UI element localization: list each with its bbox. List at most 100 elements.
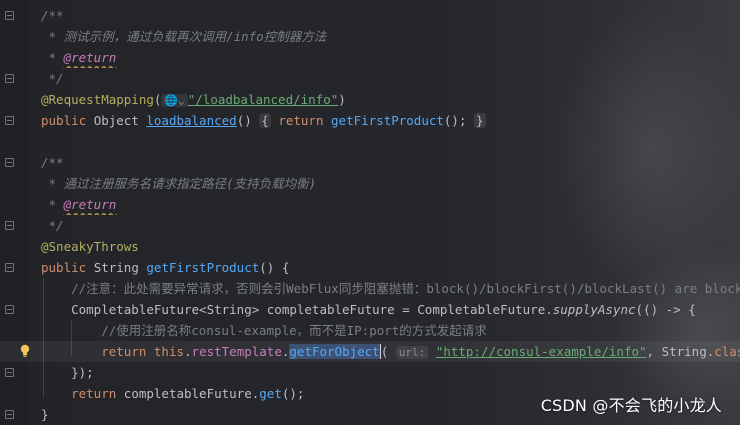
code-text: @RequestMapping(🌐⌄ "/loadbalanced/info") [41, 89, 346, 110]
code-line[interactable]: return this.restTemplate.getForObject( u… [0, 341, 740, 362]
code-token: get [259, 386, 282, 401]
code-token: completableFuture. [123, 386, 260, 401]
code-text: * 测试示例，通过负载再次调用/info控制器方法 [41, 26, 327, 47]
code-token: url: [395, 346, 429, 359]
code-token: getForObject [289, 344, 380, 359]
code-token: /** [41, 8, 64, 23]
code-token: getFirstProduct [331, 113, 444, 128]
code-token: }); [41, 365, 94, 380]
code-token: (() -> { [635, 302, 696, 317]
code-text: }); [41, 362, 94, 383]
code-editor[interactable]: /** * 测试示例，通过负载再次调用/info控制器方法 * @return … [0, 0, 740, 425]
fold-toggle-icon[interactable] [5, 410, 14, 419]
code-line[interactable]: @SneakyThrows [0, 236, 740, 257]
code-text: * 通过注册服务名请求指定路径(支持负载均衡) [41, 173, 317, 194]
code-token: */ [41, 218, 64, 233]
code-line[interactable]: */ [0, 68, 740, 89]
code-token: loadbalanced [146, 113, 237, 128]
code-token: return [278, 113, 332, 128]
code-token: @RequestMapping [41, 92, 154, 107]
code-token: () { [259, 260, 290, 275]
fold-toggle-icon[interactable] [5, 221, 14, 230]
fold-toggle-icon[interactable] [5, 74, 14, 83]
code-token: "/loadbalanced/info" [187, 92, 339, 107]
code-token: supplyAsync [552, 302, 636, 317]
code-text: CompletableFuture<String> completableFut… [41, 299, 696, 320]
code-text: public String getFirstProduct() { [41, 257, 289, 278]
code-text: return completableFuture.get(); [41, 383, 304, 404]
code-token: @return [63, 197, 117, 212]
code-token: (); [443, 113, 475, 128]
code-text: * @return [41, 194, 117, 215]
code-token: 🌐⌄ [161, 94, 188, 107]
lightbulb-icon[interactable] [20, 344, 30, 358]
code-text: /** [41, 5, 64, 26]
code-text: * @return [41, 47, 117, 68]
code-line[interactable]: /** [0, 152, 740, 173]
code-line[interactable]: * 测试示例，通过负载再次调用/info控制器方法 [0, 26, 740, 47]
code-token: public [41, 113, 94, 128]
code-token: "http://consul-example/info" [435, 344, 647, 359]
fold-toggle-icon[interactable] [5, 158, 14, 167]
code-line[interactable]: public String getFirstProduct() { [0, 257, 740, 278]
code-token: } [41, 407, 49, 422]
code-token: , String. [646, 344, 715, 359]
code-token: public [41, 260, 94, 275]
code-text: */ [41, 68, 64, 89]
code-token: getFirstProduct [146, 260, 260, 275]
code-line[interactable]: CompletableFuture<String> completableFut… [0, 299, 740, 320]
code-token: //注意：此处需要异常请求，否则会引WebFlux同步阻塞抛错：block()/… [41, 281, 740, 296]
code-line[interactable]: * @return [0, 47, 740, 68]
code-line[interactable]: * 通过注册服务名请求指定路径(支持负载均衡) [0, 173, 740, 194]
code-token: return this [101, 344, 185, 359]
code-token: ) [338, 92, 346, 107]
code-line[interactable]: //使用注册名称consul-example，而不是IP:port的方式发起请求 [0, 320, 740, 341]
fold-toggle-icon[interactable] [5, 116, 14, 125]
code-token: /** [41, 155, 64, 170]
code-token: restTemplate [191, 344, 282, 359]
code-line[interactable]: /** [0, 5, 740, 26]
code-token: class [714, 344, 740, 359]
code-text: /** [41, 152, 64, 173]
code-line[interactable] [0, 131, 740, 152]
code-text: //注意：此处需要异常请求，否则会引WebFlux同步阻塞抛错：block()/… [41, 278, 740, 299]
code-line[interactable]: * @return [0, 194, 740, 215]
code-token: * 测试示例，通过负载再次调用/info控制器方法 [41, 29, 327, 44]
code-token: () [236, 113, 260, 128]
code-token: @SneakyThrows [41, 239, 139, 254]
code-token: * [41, 50, 64, 65]
code-token: CompletableFuture<String> completableFut… [41, 302, 553, 317]
code-token: Object [93, 113, 147, 128]
code-line[interactable]: public Object loadbalanced() { return ge… [0, 110, 740, 131]
code-token: * 通过注册服务名请求指定路径(支持负载均衡) [41, 176, 317, 191]
code-token: return [71, 386, 124, 401]
code-area[interactable]: /** * 测试示例，通过负载再次调用/info控制器方法 * @return … [0, 5, 740, 425]
fold-toggle-icon[interactable] [5, 368, 14, 377]
code-token: . [184, 344, 192, 359]
watermark: CSDN @不会飞的小龙人 [540, 396, 722, 415]
code-text: } [41, 404, 49, 425]
code-line[interactable]: */ [0, 215, 740, 236]
fold-toggle-icon[interactable] [5, 11, 14, 20]
code-token: { [259, 113, 271, 128]
fold-toggle-icon[interactable] [5, 305, 14, 314]
code-text: public Object loadbalanced() { return ge… [41, 110, 486, 131]
code-token: String [93, 260, 147, 275]
code-line[interactable]: //注意：此处需要异常请求，否则会引WebFlux同步阻塞抛错：block()/… [0, 278, 740, 299]
code-text: @SneakyThrows [41, 236, 139, 257]
code-token: //使用注册名称consul-example，而不是IP:port的方式发起请求 [41, 323, 487, 338]
code-token: ( [379, 344, 389, 359]
code-line[interactable]: @RequestMapping(🌐⌄ "/loadbalanced/info") [0, 89, 740, 110]
code-token: (); [281, 386, 305, 401]
fold-toggle-icon[interactable] [5, 263, 14, 272]
code-token: * [41, 197, 64, 212]
code-token: } [474, 113, 486, 128]
code-text: //使用注册名称consul-example，而不是IP:port的方式发起请求 [41, 320, 487, 341]
code-line[interactable]: }); [0, 362, 740, 383]
code-token: */ [41, 71, 64, 86]
code-text: return this.restTemplate.getForObject( u… [41, 341, 740, 362]
